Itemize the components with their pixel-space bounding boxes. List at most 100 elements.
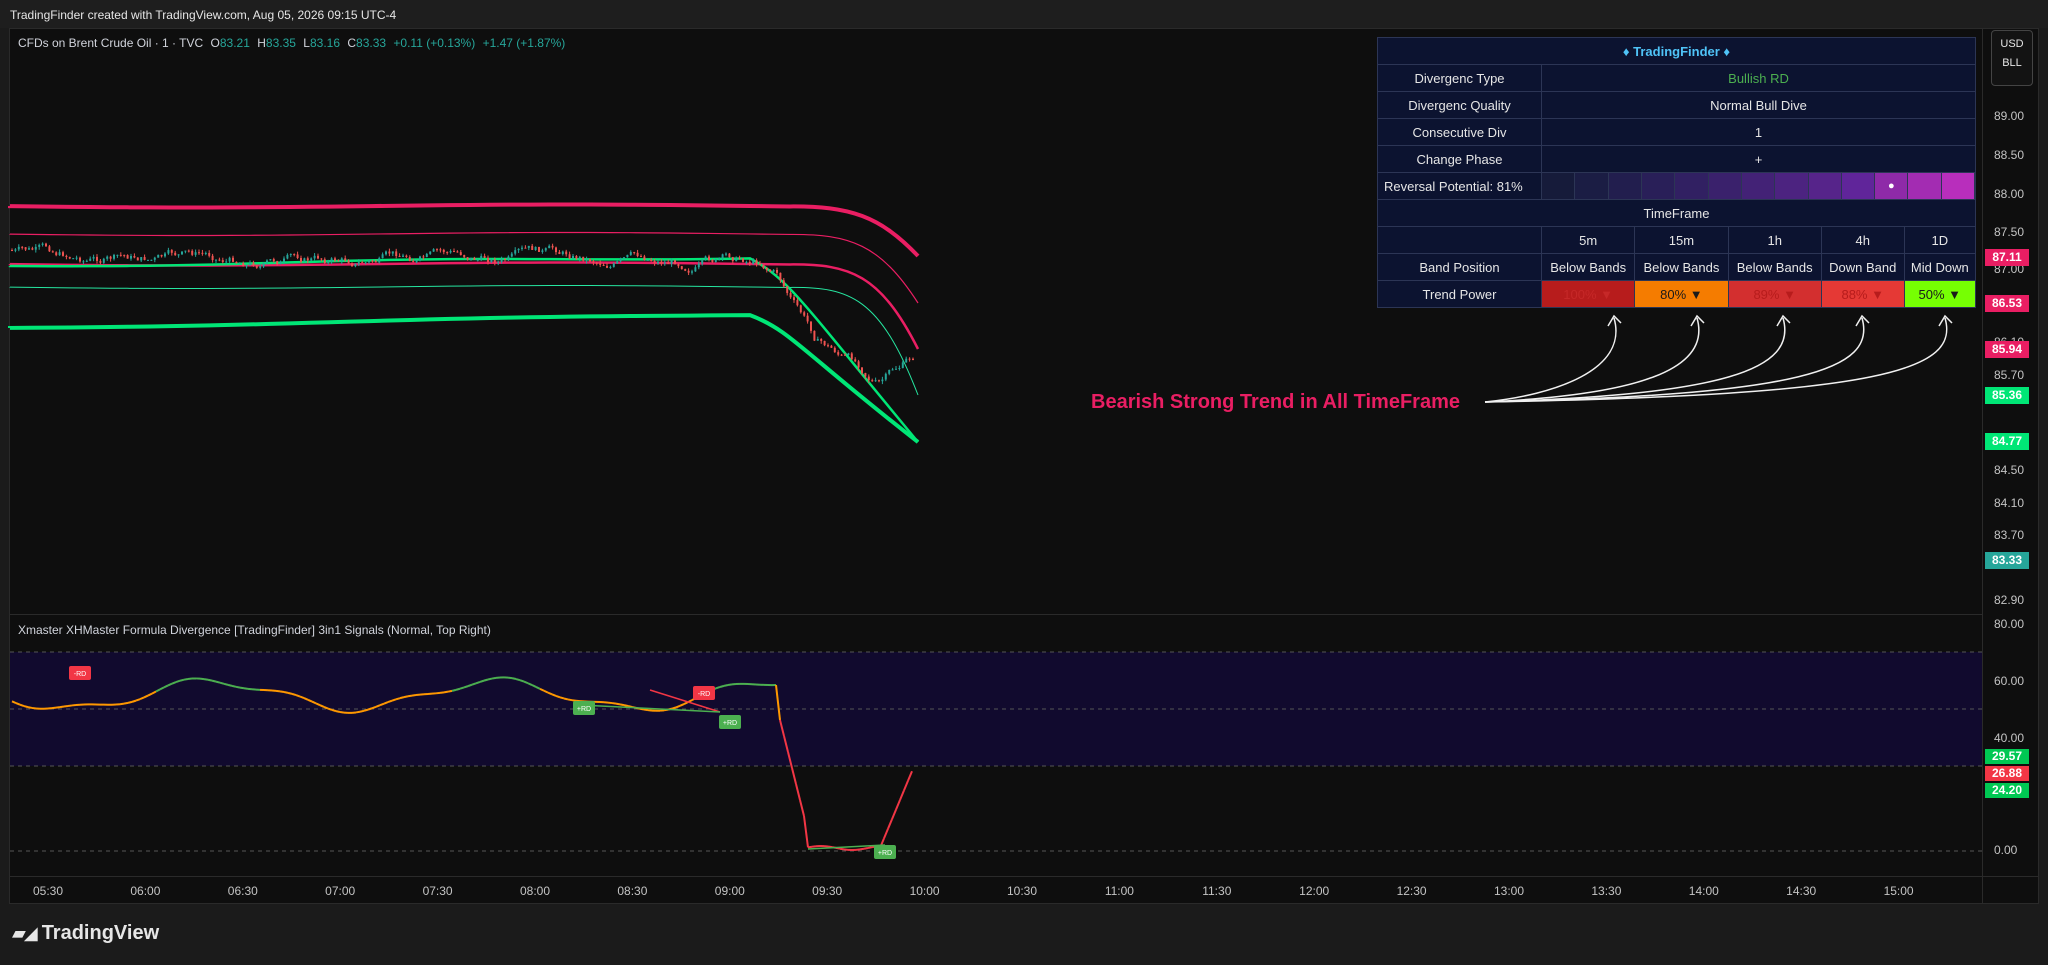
candle-body (344, 258, 347, 261)
symbol-legend[interactable]: CFDs on Brent Crude Oil · 1 · TVC O83.21… (18, 36, 569, 50)
candle-body (31, 248, 34, 250)
oscillator-line (611, 702, 617, 705)
oscillator-line (135, 698, 141, 702)
candle-body (650, 259, 653, 261)
candle-body (300, 258, 302, 262)
candle-body (640, 256, 642, 258)
candle-body (184, 250, 187, 252)
oscillator-line (487, 677, 493, 681)
candle-body (442, 249, 445, 253)
oscillator-line (63, 704, 69, 708)
lower-band-inner (9, 285, 919, 396)
lower-band-outer (8, 313, 920, 444)
high-label: H (257, 36, 266, 50)
candle-body (41, 243, 44, 245)
time-tick: 07:00 (325, 884, 356, 898)
candle-body (646, 259, 649, 261)
oscillator-line (455, 687, 461, 691)
candle-body (459, 252, 462, 255)
candle-body (534, 246, 537, 250)
candle-body (225, 261, 228, 263)
tradingview-logo[interactable]: ▰◢ TradingView (12, 922, 159, 945)
candle-body (731, 257, 734, 262)
candle-body (286, 254, 289, 259)
signal-label: +RD (723, 720, 737, 727)
candle-body (568, 254, 571, 259)
band-cell: Down Band (1820, 253, 1905, 281)
candle-body (687, 270, 690, 273)
candle-body (850, 353, 853, 360)
candle-body (405, 255, 408, 258)
candle-body (735, 257, 738, 262)
candle-body (500, 259, 503, 262)
candle-body (694, 267, 697, 272)
candle-body (140, 257, 143, 261)
oscillator-line (471, 682, 477, 686)
candle-body (381, 254, 384, 259)
candle-body (857, 361, 860, 368)
timeframe-1h: 1h (1727, 226, 1822, 254)
indicator-title[interactable]: Xmaster XHMaster Formula Divergence [Tra… (18, 623, 491, 637)
candle-body (48, 246, 51, 252)
oscillator-tick: 0.00 (1994, 843, 2018, 857)
price-tag: 87.11 (1985, 249, 2029, 266)
candle-body (548, 245, 551, 249)
candle-body (806, 315, 809, 322)
candle-body (697, 263, 700, 268)
signal-label: -RD (698, 691, 710, 698)
candle-body (72, 258, 75, 260)
candle-body (272, 259, 275, 262)
candle-body (429, 251, 432, 254)
oscillator-line (327, 707, 333, 711)
candle-body (497, 261, 500, 263)
candle-body (891, 369, 894, 371)
currency-unit-selector[interactable]: USD BLL (1991, 30, 2033, 86)
candle-body (412, 260, 415, 263)
candle-body (837, 352, 840, 355)
oscillator-line (123, 701, 129, 705)
oscillator-line (119, 702, 125, 706)
time-tick: 14:00 (1688, 884, 1719, 898)
candle-body (351, 263, 353, 267)
oscillator-line (183, 677, 189, 681)
candle-body (89, 258, 92, 261)
trend-cell: 100% ▼ (1540, 280, 1636, 308)
oscillator-line (715, 686, 721, 690)
candle-body (854, 359, 857, 362)
timeframe-4h: 4h (1820, 226, 1905, 254)
price-tag: 86.53 (1985, 295, 2029, 312)
candle-body (633, 252, 636, 254)
oscillator-line (207, 678, 213, 682)
candle-body (215, 259, 217, 261)
candle-body (612, 263, 615, 267)
candle-body (446, 252, 449, 254)
candle-body (313, 255, 316, 259)
oscillator-line (363, 708, 369, 712)
oscillator-tick: 60.00 (1994, 674, 2025, 688)
table-title: ♦ TradingFinder ♦ (1377, 37, 1976, 65)
candle-body (364, 262, 367, 264)
candle-body (119, 254, 122, 256)
symbol-title[interactable]: CFDs on Brent Crude Oil · 1 · TVC (18, 36, 203, 50)
candle-body (337, 260, 340, 262)
high-value: 83.35 (265, 36, 296, 50)
band-cell: Mid Down (1903, 253, 1977, 281)
candle-body (881, 379, 884, 382)
candle-body (201, 252, 204, 254)
candle-body (211, 255, 214, 261)
candle-body (844, 354, 846, 356)
oscillator-line (411, 694, 417, 697)
candle-body (871, 380, 874, 382)
candle-body (136, 257, 139, 261)
consecutive-div-value: 1 (1541, 118, 1976, 146)
candle-body (820, 338, 823, 341)
candle-body (616, 261, 619, 264)
candle-body (323, 259, 326, 264)
candle-body (62, 252, 64, 256)
tradingfinder-table: ♦ TradingFinder ♦ Divergenc Type Bullish … (1377, 37, 1977, 308)
candle-body (701, 259, 704, 264)
band-cell: Below Bands (1634, 253, 1729, 281)
reversal-cell (1908, 173, 1942, 199)
candle-body (483, 255, 486, 258)
candle-body (721, 254, 724, 259)
